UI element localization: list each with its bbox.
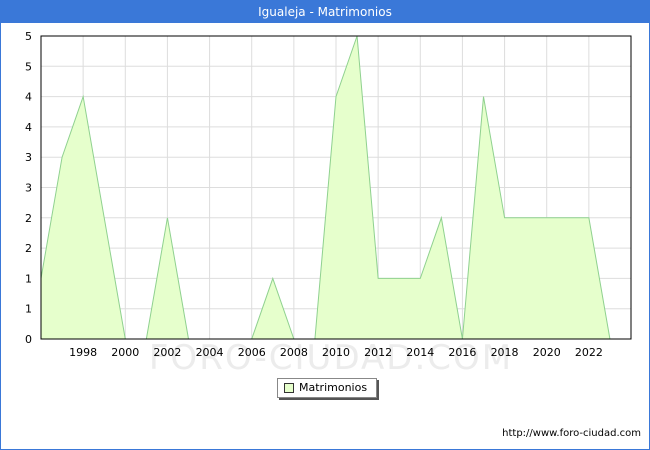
x-tick-label: 2000: [111, 346, 139, 359]
x-tick-label: 2010: [322, 346, 350, 359]
legend: Matrimonios: [277, 378, 377, 398]
chart-frame: Igualeja - Matrimonios FORO-CIUDAD.COM 0…: [0, 0, 650, 450]
x-tick-label: 1998: [69, 346, 97, 359]
y-tick-label: 2: [25, 212, 32, 225]
x-tick-label: 2008: [280, 346, 308, 359]
y-tick-label: 0: [25, 333, 32, 346]
x-tick-label: 2006: [238, 346, 266, 359]
x-tick-label: 2012: [364, 346, 392, 359]
x-tick-label: 2002: [153, 346, 181, 359]
y-tick-label: 3: [25, 182, 32, 195]
y-tick-label: 2: [25, 242, 32, 255]
y-tick-label: 4: [25, 91, 32, 104]
y-tick-label: 3: [25, 151, 32, 164]
x-tick-label: 2018: [491, 346, 519, 359]
x-tick-label: 2004: [196, 346, 224, 359]
y-tick-label: 1: [25, 303, 32, 316]
y-tick-label: 4: [25, 121, 32, 134]
x-tick-label: 2014: [406, 346, 434, 359]
y-tick-label: 1: [25, 272, 32, 285]
x-tick-label: 2022: [575, 346, 603, 359]
y-tick-label: 5: [25, 30, 32, 43]
source-link[interactable]: http://www.foro-ciudad.com: [502, 428, 641, 439]
legend-label: Matrimonios: [299, 381, 368, 394]
y-tick-label: 5: [25, 60, 32, 73]
legend-swatch: [284, 383, 294, 393]
x-tick-label: 2020: [533, 346, 561, 359]
x-tick-label: 2016: [448, 346, 476, 359]
